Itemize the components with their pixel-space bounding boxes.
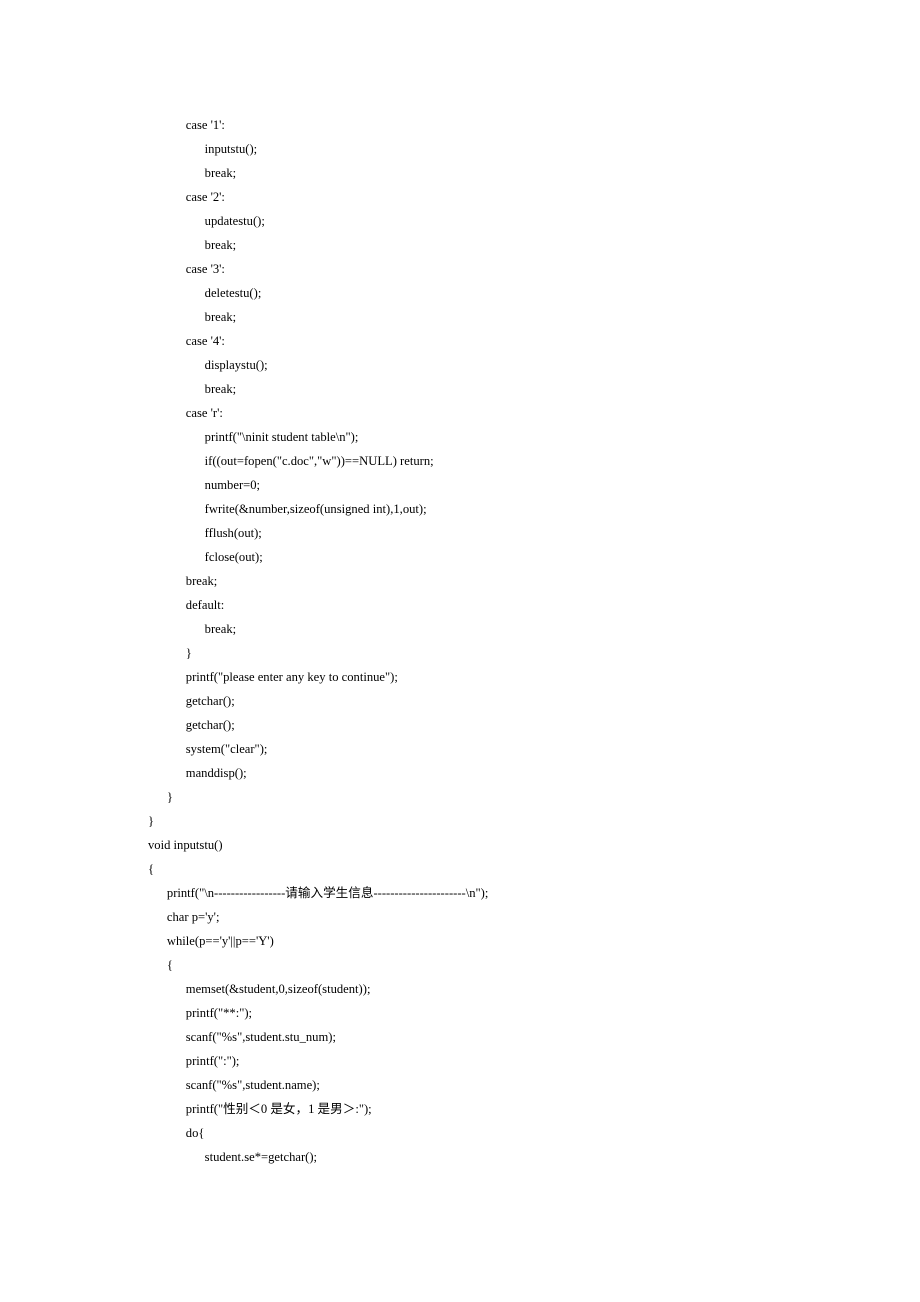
- code-block: case '1': inputstu(); break; case '2': u…: [148, 113, 920, 1169]
- code-page: case '1': inputstu(); break; case '2': u…: [0, 0, 920, 1302]
